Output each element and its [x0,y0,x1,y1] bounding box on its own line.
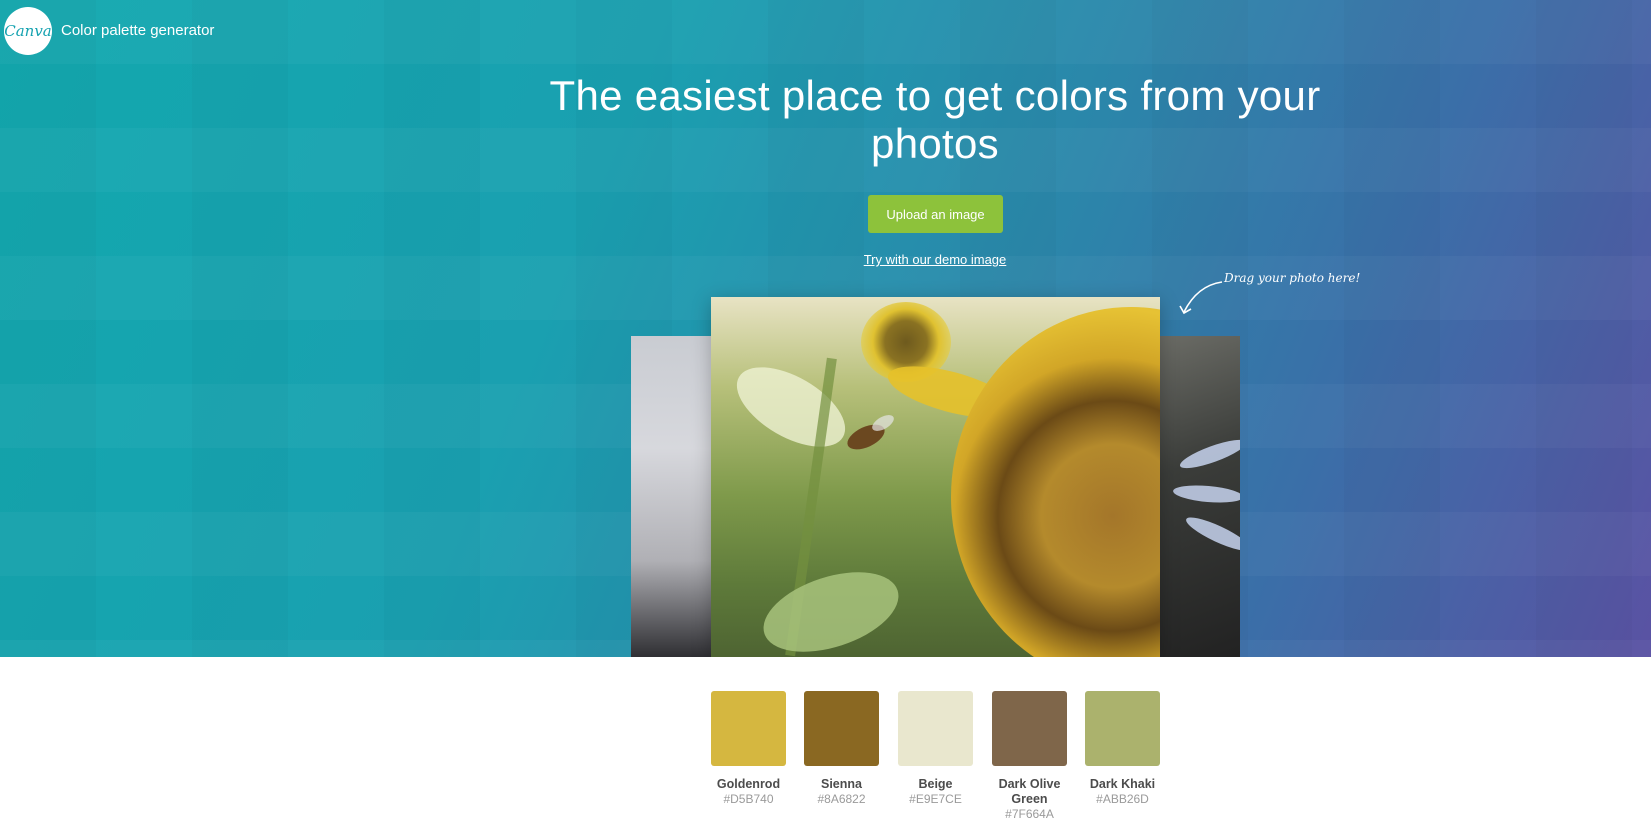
canva-logo[interactable]: Canva [4,7,52,55]
swatch-color-chip[interactable] [1085,691,1160,766]
app-title: Color palette generator [61,22,215,39]
swatch-hex: #8A6822 [817,792,866,806]
curved-arrow-icon [1179,281,1223,315]
swatch-name: Dark Olive Green [998,777,1061,806]
hero-section: Canva Color palette generator The easies… [0,0,1651,657]
hero-headline: The easiest place to get colors from you… [549,72,1321,167]
palette-swatch[interactable]: Dark Khaki #ABB26D [1085,691,1160,807]
swatch-hex: #D5B740 [723,792,774,806]
swatch-color-chip[interactable] [992,691,1067,766]
palette-swatch[interactable]: Goldenrod #D5B740 [711,691,786,807]
swatch-hex: #E9E7CE [909,792,962,806]
swatch-hex: #7F664A [1005,807,1054,821]
photo-preview-right [1158,336,1240,657]
swatch-name: Beige [918,777,953,791]
demo-photo[interactable] [711,297,1160,657]
drag-photo-hint: Drag your photo here! [1224,271,1361,285]
palette-swatch[interactable]: Sienna #8A6822 [804,691,879,807]
swatch-color-chip[interactable] [711,691,786,766]
photo-preview-left [631,336,711,657]
swatch-color-chip[interactable] [804,691,879,766]
swatch-name: Dark Khaki [1089,777,1156,791]
swatch-name: Sienna [821,777,862,791]
demo-image-link[interactable]: Try with our demo image [835,252,1035,267]
swatch-color-chip[interactable] [898,691,973,766]
upload-image-button[interactable]: Upload an image [868,195,1003,233]
swatch-name: Goldenrod [716,777,781,791]
palette-swatch[interactable]: Beige #E9E7CE [898,691,973,807]
color-palette: Goldenrod #D5B740 Sienna #8A6822 Beige #… [711,691,1161,831]
swatch-hex: #ABB26D [1096,792,1149,806]
palette-swatch[interactable]: Dark Olive Green #7F664A [992,691,1067,822]
